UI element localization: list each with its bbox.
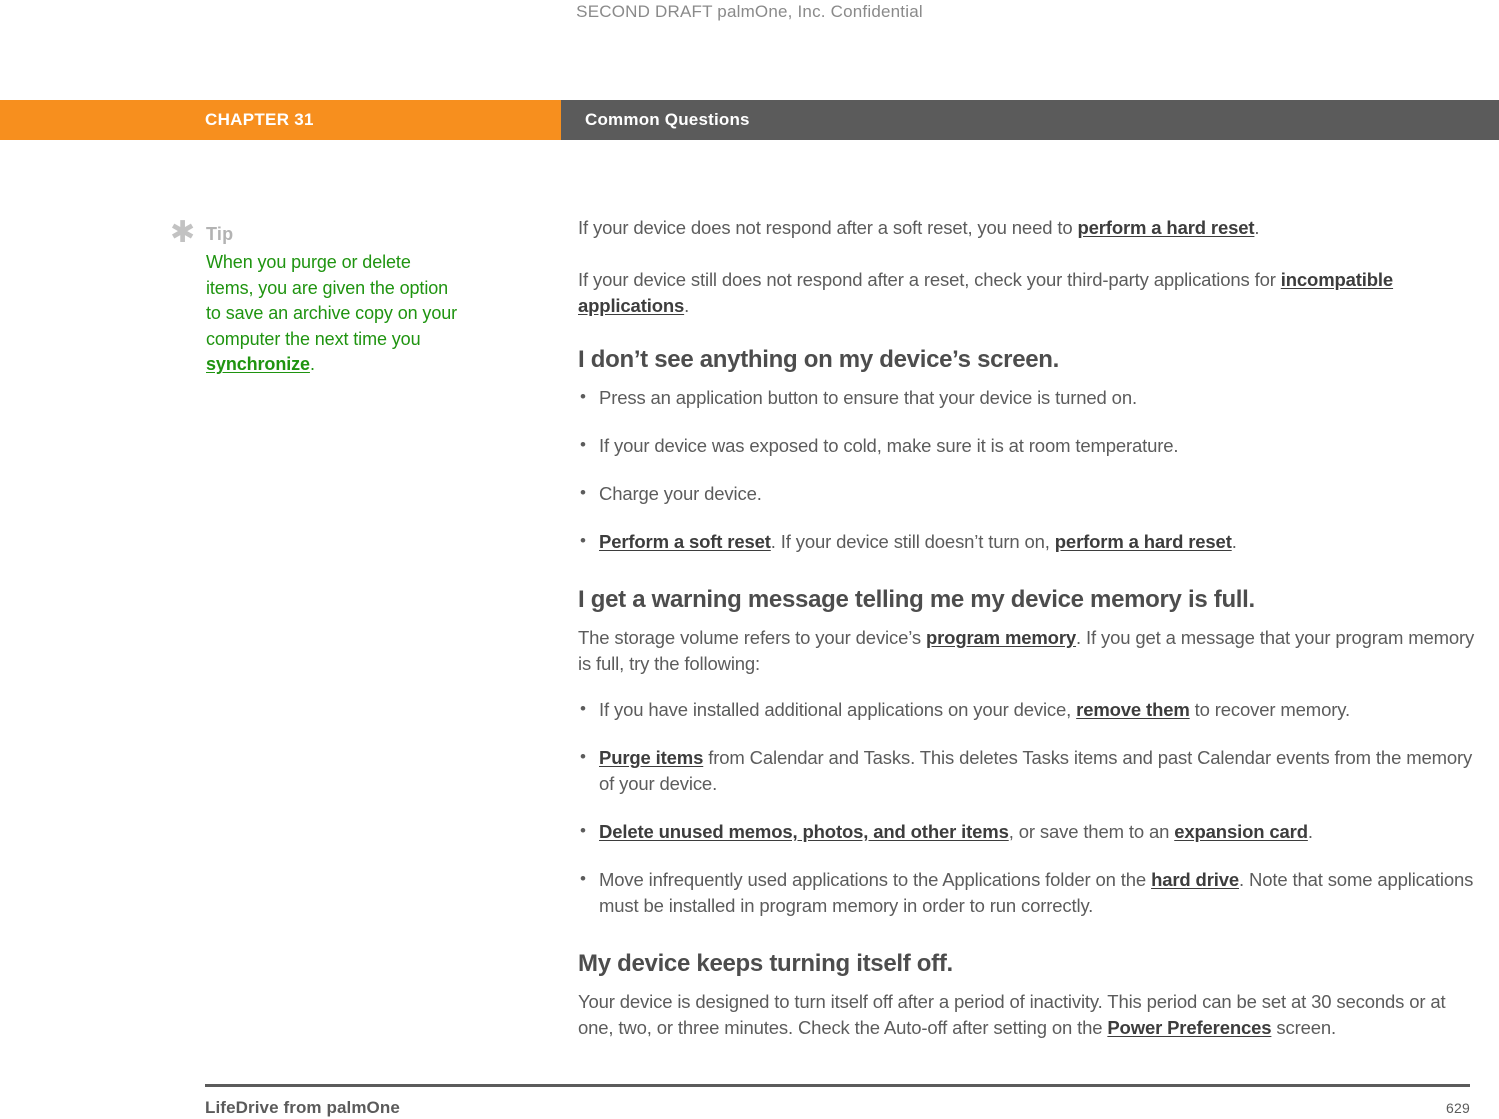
asterisk-icon: ✱ (170, 215, 196, 250)
list-item: Press an application button to ensure th… (578, 384, 1480, 411)
list-item: Delete unused memos, photos, and other i… (578, 818, 1480, 845)
tip-content: Tip When you purge or delete items, you … (196, 222, 460, 378)
bullet-text-mid: , or save them to an (1008, 821, 1175, 842)
chapter-bar: CHAPTER 31 Common Questions (0, 100, 1499, 140)
intro-paragraph-1: If your device does not respond after a … (578, 215, 1480, 241)
link-perform-a-soft-reset[interactable]: Perform a soft reset (599, 531, 771, 552)
link-perform-a-hard-reset[interactable]: perform a hard reset (1077, 217, 1254, 238)
intro-2-text-after: . (684, 295, 690, 316)
link-hard-drive[interactable]: hard drive (1151, 869, 1239, 890)
list-item: Perform a soft reset. If your device sti… (578, 528, 1480, 555)
section-heading-no-screen: I don’t see anything on my device’s scre… (578, 346, 1060, 373)
link-program-memory[interactable]: program memory (926, 627, 1076, 648)
bullet-text: If your device was exposed to cold, make… (599, 435, 1179, 456)
chapter-number-band: CHAPTER 31 (0, 100, 561, 140)
bullet-text-after: . (1307, 821, 1313, 842)
lead-text-after: screen. (1271, 1017, 1337, 1038)
section-heading-memory-full: I get a warning message telling me my de… (578, 586, 1255, 613)
list-item: Move infrequently used applications to t… (578, 866, 1480, 919)
footer-row: LifeDrive from palmOne 629 (205, 1098, 1470, 1118)
bullet-text: Press an application button to ensure th… (599, 387, 1137, 408)
link-delete-unused-items[interactable]: Delete unused memos, photos, and other i… (599, 821, 1009, 842)
tip-text-part-2: . (309, 354, 315, 375)
main-content-column: If your device does not respond after a … (578, 215, 1480, 1067)
bullet-text-after: from Calendar and Tasks. This deletes Ta… (599, 747, 1473, 794)
intro-1-text-after: . (1254, 217, 1260, 238)
list-item: Purge items from Calendar and Tasks. Thi… (578, 744, 1480, 797)
bullet-text-mid: . If your device still doesn’t turn on, (770, 531, 1055, 552)
bullet-text: Charge your device. (599, 483, 762, 504)
turning-off-paragraph: Your device is designed to turn itself o… (578, 989, 1480, 1041)
bullet-text-after: . (1231, 531, 1237, 552)
link-remove-them[interactable]: remove them (1076, 699, 1190, 720)
lead-text-before: The storage volume refers to your device… (578, 627, 926, 648)
chapter-number-label: CHAPTER 31 (205, 110, 314, 129)
section-heading-turning-off: My device keeps turning itself off. (578, 950, 953, 977)
tip-header-row: ✱ Tip When you purge or delete items, yo… (170, 215, 460, 378)
intro-2-text-before: If your device still does not respond af… (578, 269, 1281, 290)
bullet-text-before: If you have installed additional applica… (599, 699, 1077, 720)
bullet-list-memory-full: If you have installed additional applica… (578, 696, 1480, 919)
chapter-title-band: Common Questions (561, 100, 1499, 140)
intro-1-text-before: If your device does not respond after a … (578, 217, 1078, 238)
tip-callout: ✱ Tip When you purge or delete items, yo… (170, 215, 460, 378)
list-item: If your device was exposed to cold, make… (578, 432, 1480, 459)
list-item: If you have installed additional applica… (578, 696, 1480, 723)
draft-notice: SECOND DRAFT palmOne, Inc. Confidential (576, 2, 923, 21)
footer-divider (205, 1084, 1470, 1087)
footer-product-name: LifeDrive from palmOne (205, 1098, 400, 1117)
link-power-preferences[interactable]: Power Preferences (1107, 1017, 1271, 1038)
bullet-list-no-screen: Press an application button to ensure th… (578, 384, 1480, 555)
tip-link-synchronize[interactable]: synchronize (206, 354, 310, 374)
link-expansion-card[interactable]: expansion card (1174, 821, 1308, 842)
page-footer: LifeDrive from palmOne 629 (205, 1084, 1470, 1118)
memory-full-lead-paragraph: The storage volume refers to your device… (578, 625, 1480, 677)
tip-text: When you purge or delete items, you are … (206, 250, 460, 378)
bullet-text-after: to recover memory. (1189, 699, 1350, 720)
intro-paragraph-2: If your device still does not respond af… (578, 267, 1480, 319)
chapter-title-label: Common Questions (585, 110, 750, 129)
list-item: Charge your device. (578, 480, 1480, 507)
link-perform-a-hard-reset-2[interactable]: perform a hard reset (1055, 531, 1232, 552)
tip-text-part-1: When you purge or delete items, you are … (206, 252, 458, 349)
page-number: 629 (1446, 1100, 1470, 1116)
link-purge-items[interactable]: Purge items (599, 747, 703, 768)
tip-label: Tip (206, 224, 234, 244)
bullet-text-before: Move infrequently used applications to t… (599, 869, 1152, 890)
